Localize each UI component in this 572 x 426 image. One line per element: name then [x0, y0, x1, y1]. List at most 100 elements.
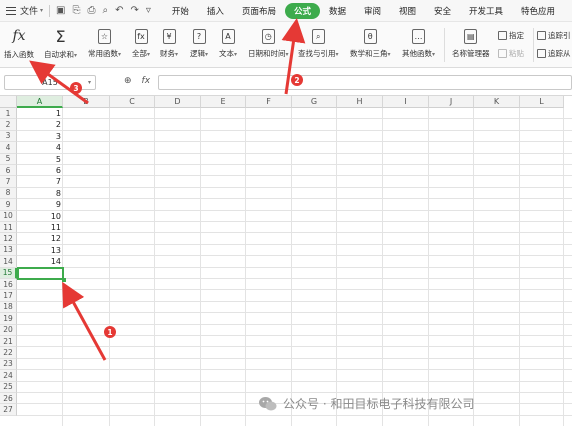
tab-0[interactable]: 开始 — [163, 3, 198, 19]
math-functions-button[interactable]: θ 数学和三角▾ — [350, 22, 391, 59]
save-icon[interactable]: ▣ — [56, 5, 65, 16]
paste-button[interactable]: 粘贴 — [498, 48, 524, 59]
redo-icon[interactable]: ↷ — [130, 5, 138, 16]
export-icon[interactable]: ⎘ — [72, 5, 80, 16]
tab-4[interactable]: 数据 — [320, 3, 355, 19]
cell-a10[interactable]: 10 — [17, 211, 63, 222]
tab-3[interactable]: 公式 — [284, 2, 320, 19]
select-all-corner[interactable] — [0, 96, 17, 108]
active-cell-a15[interactable] — [17, 266, 66, 283]
fx-icon[interactable]: fx — [142, 76, 151, 86]
all-functions-button[interactable]: fx 全部▾ — [132, 22, 150, 59]
cell-a1[interactable]: 1 — [17, 108, 63, 119]
name-manager-button[interactable]: ▤ 名称管理器 — [452, 22, 490, 59]
row-header-26[interactable]: 26 — [0, 393, 17, 405]
lookup-functions-button[interactable]: ⌕ 查找与引用▾ — [298, 22, 339, 59]
other-functions-button[interactable]: … 其他函数▾ — [402, 22, 435, 59]
tab-1[interactable]: 插入 — [198, 3, 233, 19]
trace-precedents-button[interactable]: 追踪引 — [537, 30, 571, 41]
column-header-a[interactable]: A — [17, 96, 63, 108]
cell-a6[interactable]: 6 — [17, 165, 63, 176]
undo-icon[interactable]: ↶ — [115, 5, 123, 16]
column-header-l[interactable]: L — [520, 96, 564, 108]
specify-button[interactable]: 指定 — [498, 30, 524, 41]
row-header-14[interactable]: 14 — [0, 256, 17, 268]
row-header-12[interactable]: 12 — [0, 233, 17, 245]
cell-a7[interactable]: 7 — [17, 176, 63, 187]
row-header-17[interactable]: 17 — [0, 290, 17, 302]
row-header-18[interactable]: 18 — [0, 301, 17, 314]
customize-icon[interactable]: ▿ — [146, 5, 151, 16]
tab-6[interactable]: 视图 — [390, 3, 425, 19]
cell-a8[interactable]: 8 — [17, 188, 63, 199]
preview-icon[interactable]: ⌕ — [102, 5, 108, 16]
row-header-10[interactable]: 10 — [0, 210, 17, 222]
cell-a3[interactable]: 3 — [17, 131, 63, 142]
row-header-25[interactable]: 25 — [0, 381, 17, 393]
row-header-15[interactable]: 15 — [0, 267, 17, 279]
row-header-24[interactable]: 24 — [0, 370, 17, 382]
gridline — [17, 118, 572, 120]
name-box[interactable]: A15 ▾ — [4, 75, 96, 90]
trace-arrow-icon — [537, 49, 546, 58]
trace-dependents-button[interactable]: 追踪从 — [537, 48, 571, 59]
row-header-16[interactable]: 16 — [0, 279, 17, 291]
insert-function-button[interactable]: fx 插入函数 — [4, 22, 34, 60]
column-header-c[interactable]: C — [110, 96, 155, 108]
paste-label: 粘贴 — [509, 49, 524, 58]
row-header-13[interactable]: 13 — [0, 244, 17, 257]
spreadsheet-grid[interactable]: A B C D E F G H I J K L 1 1 2 2 3 3 4 4 5 5 6 6 7 7 8 8 9 9 10 10 11 11 12… — [0, 96, 572, 426]
row-header-7[interactable]: 7 — [0, 176, 17, 188]
column-header-k[interactable]: K — [474, 96, 520, 108]
autosum-button[interactable]: Σ 自动求和▾ — [44, 22, 77, 60]
zoom-icon[interactable]: ⊕ — [124, 76, 132, 86]
text-functions-button[interactable]: A 文本▾ — [219, 22, 237, 59]
row-header-5[interactable]: 5 — [0, 153, 17, 165]
column-header-b[interactable]: B — [63, 96, 110, 108]
column-header-j[interactable]: J — [429, 96, 474, 108]
tab-8[interactable]: 开发工具 — [460, 3, 512, 19]
row-header-3[interactable]: 3 — [0, 130, 17, 143]
tab-9[interactable]: 特色应用 — [512, 3, 564, 19]
tab-7[interactable]: 安全 — [425, 3, 460, 19]
column-header-i[interactable]: I — [383, 96, 429, 108]
row-header-4[interactable]: 4 — [0, 142, 17, 154]
column-header-h[interactable]: H — [337, 96, 383, 108]
formula-input[interactable] — [158, 75, 572, 90]
row-header-20[interactable]: 20 — [0, 324, 17, 336]
tab-5[interactable]: 审阅 — [355, 3, 390, 19]
datetime-functions-button[interactable]: ◷ 日期和时间▾ — [248, 22, 289, 59]
finance-functions-button[interactable]: ¥ 财务▾ — [160, 22, 178, 59]
cell-a9[interactable]: 9 — [17, 199, 63, 210]
row-header-11[interactable]: 11 — [0, 222, 17, 234]
annotation-badge-3: 3 — [70, 82, 82, 94]
sigma-icon: Σ — [55, 26, 66, 46]
row-header-23[interactable]: 23 — [0, 358, 17, 371]
cell-a13[interactable]: 13 — [17, 245, 63, 256]
common-functions-button[interactable]: ☆ 常用函数▾ — [88, 22, 121, 59]
cell-a4[interactable]: 4 — [17, 142, 63, 153]
row-header-1[interactable]: 1 — [0, 108, 17, 120]
column-header-d[interactable]: D — [155, 96, 201, 108]
row-header-21[interactable]: 21 — [0, 336, 17, 348]
ribbon: fx 插入函数 Σ 自动求和▾ ☆ 常用函数▾ fx 全部▾ ¥ 财务▾ ? 逻… — [0, 22, 572, 68]
column-header-e[interactable]: E — [201, 96, 246, 108]
row-header-9[interactable]: 9 — [0, 199, 17, 211]
column-header-g[interactable]: G — [292, 96, 337, 108]
row-header-2[interactable]: 2 — [0, 119, 17, 131]
row-header-6[interactable]: 6 — [0, 165, 17, 177]
row-header-22[interactable]: 22 — [0, 347, 17, 359]
cell-a2[interactable]: 2 — [17, 119, 63, 130]
row-header-8[interactable]: 8 — [0, 187, 17, 200]
cell-a5[interactable]: 5 — [17, 154, 63, 165]
tab-2[interactable]: 页面布局 — [233, 3, 285, 19]
column-header-f[interactable]: F — [246, 96, 292, 108]
row-header-27[interactable]: 27 — [0, 404, 17, 416]
row-header-19[interactable]: 19 — [0, 313, 17, 325]
cell-a11[interactable]: 11 — [17, 222, 63, 233]
logic-functions-button[interactable]: ? 逻辑▾ — [190, 22, 208, 59]
chevron-down-icon: ▾ — [432, 51, 436, 58]
cell-a12[interactable]: 12 — [17, 233, 63, 244]
file-menu[interactable]: 文件 ▾ — [0, 0, 49, 22]
print-icon[interactable]: ⎙ — [87, 5, 95, 16]
